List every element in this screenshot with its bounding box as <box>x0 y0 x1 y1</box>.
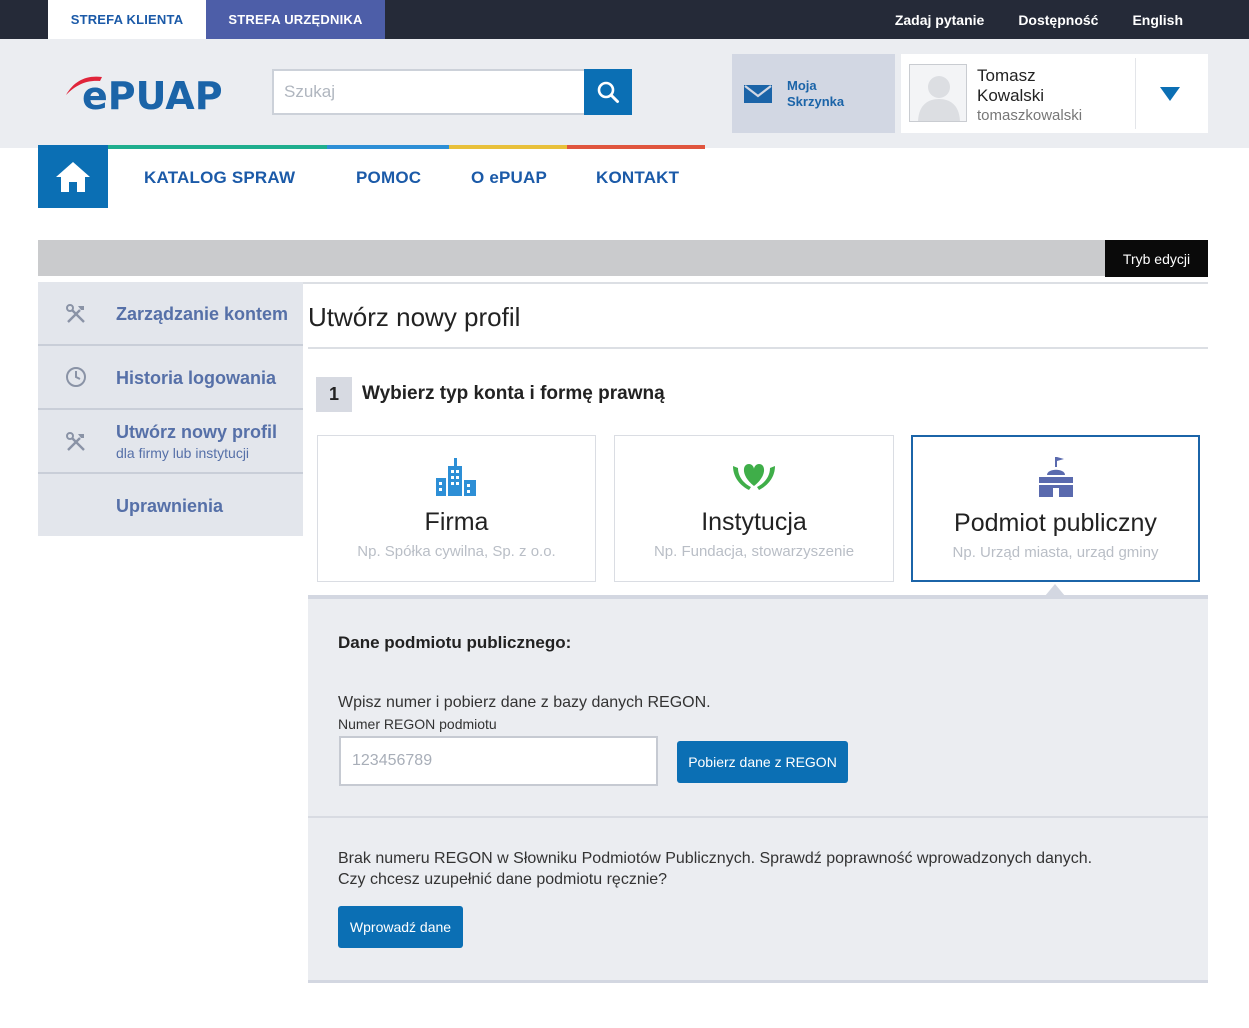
tab-client-zone[interactable]: STREFA KLIENTA <box>48 0 206 39</box>
manual-entry-question: Czy chcesz uzupełnić dane podmiotu ręczn… <box>338 871 668 888</box>
ask-question-link[interactable]: Zadaj pytanie <box>895 12 984 28</box>
tools-icon <box>66 432 85 451</box>
user-silhouette-icon <box>918 76 960 121</box>
top-links: Zadaj pytanie Dostępność English <box>895 0 1183 39</box>
avatar[interactable] <box>909 64 967 122</box>
nav-about[interactable]: O ePUAP <box>471 168 547 188</box>
regon-input-box <box>339 736 658 786</box>
user-full-name: Tomasz Kowalski <box>977 66 1045 105</box>
accessibility-link[interactable]: Dostępność <box>1018 12 1098 28</box>
nav-help[interactable]: POMOC <box>356 168 421 188</box>
tab-official-zone[interactable]: STREFA URZĘDNIKA <box>206 0 385 39</box>
card-title: Instytucja <box>701 508 807 536</box>
edit-bar: Tryb edycji <box>38 240 1208 277</box>
regon-input[interactable] <box>341 738 656 784</box>
search-icon <box>597 81 619 103</box>
english-link[interactable]: English <box>1132 12 1183 28</box>
sidebar-item-login-history[interactable]: Historia logowania <box>38 346 303 410</box>
form-heading: Dane podmiotu publicznego: <box>338 633 572 652</box>
color-strip-blue <box>327 145 449 149</box>
divider <box>303 282 1208 284</box>
top-bar: STREFA KLIENTA STREFA URZĘDNIKA Zadaj py… <box>0 0 1249 39</box>
card-subtitle: Np. Fundacja, stowarzyszenie <box>653 543 855 560</box>
fetch-regon-button[interactable]: Pobierz dane z REGON <box>677 741 848 783</box>
search-input[interactable] <box>274 71 584 113</box>
color-strip-red <box>567 145 705 149</box>
step-number: 1 <box>316 377 352 412</box>
mailbox-label: Moja Skrzynka <box>787 77 845 109</box>
card-subtitle: Np. Urząd miasta, urząd gminy <box>952 544 1159 561</box>
page-title: Utwórz nowy profil <box>308 302 521 332</box>
public-building-icon <box>1038 457 1073 497</box>
user-login: tomaszkowalski <box>977 107 1083 124</box>
regon-instruction: Wpisz numer i pobierz dane z bazy danych… <box>338 694 711 711</box>
card-title: Podmiot publiczny <box>954 509 1157 537</box>
envelope-icon <box>744 84 772 103</box>
logo-text: ePUAP <box>82 74 223 115</box>
my-mailbox-button[interactable]: Moja Skrzynka <box>732 54 895 133</box>
sidebar: Zarządzanie kontem Historia logowania Ut… <box>38 282 303 536</box>
card-subtitle: Np. Spółka cywilna, Sp. z o.o. <box>357 543 556 560</box>
edit-mode-button[interactable]: Tryb edycji <box>1105 240 1208 277</box>
hands-heart-icon <box>733 464 775 490</box>
user-panel: Tomasz Kowalski tomaszkowalski <box>901 54 1208 133</box>
clock-icon <box>66 367 86 387</box>
tools-icon <box>66 304 85 323</box>
step-title: Wybierz typ konta i formę prawną <box>362 383 665 404</box>
search-button[interactable] <box>584 69 632 115</box>
nav-contact[interactable]: KONTAKT <box>596 168 679 188</box>
color-strip-yellow <box>449 145 567 149</box>
card-title: Firma <box>424 508 489 536</box>
triangle-down-icon[interactable] <box>1159 86 1181 102</box>
enter-data-button[interactable]: Wprowadź dane <box>338 906 463 948</box>
search-box <box>272 69 632 115</box>
home-icon <box>56 161 90 192</box>
regon-field-label: Numer REGON podmiotu <box>338 716 497 732</box>
divider <box>308 816 1208 818</box>
buildings-icon <box>435 458 476 496</box>
nav-catalog[interactable]: KATALOG SPRAW <box>144 168 295 188</box>
account-type-card-public-entity[interactable]: Podmiot publiczny Np. Urząd miasta, urzą… <box>911 435 1200 582</box>
divider <box>308 347 1208 349</box>
sidebar-item-permissions[interactable]: Uprawnienia <box>38 474 303 536</box>
epuap-logo[interactable]: ePUAP <box>62 69 247 118</box>
header: ePUAP Moja Skrzynka Tomasz <box>0 39 1249 148</box>
sidebar-item-new-profile[interactable]: Utwórz nowy profil dla firmy lub instytu… <box>38 410 303 474</box>
account-type-card-company[interactable]: Firma Np. Spółka cywilna, Sp. z o.o. <box>317 435 596 582</box>
sidebar-item-account[interactable]: Zarządzanie kontem <box>38 282 303 346</box>
color-strip-green <box>108 145 327 149</box>
divider <box>1135 58 1136 129</box>
missing-regon-message: Brak numeru REGON w Słowniku Podmiotów P… <box>338 850 1093 867</box>
home-button[interactable] <box>38 145 108 208</box>
account-type-card-institution[interactable]: Instytucja Np. Fundacja, stowarzyszenie <box>614 435 894 582</box>
